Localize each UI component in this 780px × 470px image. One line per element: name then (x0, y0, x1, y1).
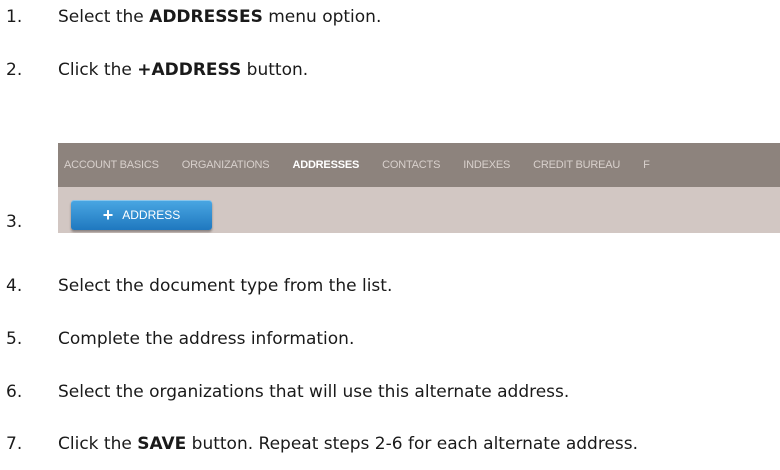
step-number: 6. (6, 382, 23, 402)
step-text: Select the organizations that will use t… (58, 382, 570, 402)
menu-item-account-basics[interactable]: ACCOUNT BASICS (64, 159, 159, 171)
step-number: 5. (6, 329, 23, 349)
menu-item-organizations[interactable]: ORGANIZATIONS (182, 159, 270, 171)
step-text-part: menu option. (262, 7, 382, 27)
step-text-part: Click the (58, 434, 138, 454)
menu-item-addresses[interactable]: ADDRESSES (292, 159, 359, 171)
step-text-part: button. Repeat steps 2-6 for each altern… (186, 434, 639, 454)
step-text: Click the SAVE button. Repeat steps 2-6 … (58, 433, 638, 455)
menu-item-truncated[interactable]: F (643, 159, 650, 171)
step-text: Click the +ADDRESS button. (58, 59, 308, 81)
step-text-bold: +ADDRESS (137, 60, 242, 80)
step-text-part: button. (241, 60, 309, 80)
step-number: 3. (6, 212, 23, 232)
menu-item-credit-bureau[interactable]: CREDIT BUREAU (533, 159, 620, 171)
step-number: 4. (6, 276, 23, 296)
menu-item-indexes[interactable]: INDEXES (463, 159, 510, 171)
step-text-part: Select the (58, 7, 150, 27)
step-number: 2. (6, 60, 23, 80)
step-text: Select the document type from the list. (58, 276, 393, 296)
step-text-part: Click the (58, 60, 138, 80)
step-number: 1. (6, 7, 23, 27)
add-address-button[interactable]: + ADDRESS (71, 200, 212, 230)
embedded-screenshot: ACCOUNT BASICS ORGANIZATIONS ADDRESSES C… (58, 143, 780, 233)
step-number: 7. (6, 434, 23, 454)
menu-item-contacts[interactable]: CONTACTS (382, 159, 440, 171)
add-address-button-label: ADDRESS (122, 208, 181, 222)
menu-bar: ACCOUNT BASICS ORGANIZATIONS ADDRESSES C… (58, 143, 780, 187)
step-text: Select the ADDRESSES menu option. (58, 6, 381, 28)
step-text-bold: ADDRESSES (149, 7, 263, 27)
plus-icon: + (102, 205, 114, 225)
step-text: Complete the address information. (58, 329, 355, 349)
step-text-bold: SAVE (137, 434, 187, 454)
